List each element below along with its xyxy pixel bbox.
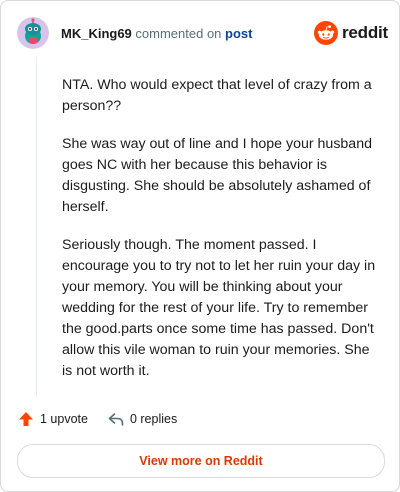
username[interactable]: MK_King69 [61, 26, 132, 41]
comment-embed-card: MK_King69 commented on post reddit NTA. … [0, 0, 400, 492]
upvote-arrow-icon [19, 412, 33, 426]
view-more-button[interactable]: View more on Reddit [17, 444, 385, 478]
upvote-button[interactable]: 1 upvote [18, 411, 88, 427]
post-link[interactable]: post [225, 26, 252, 41]
reddit-snoo-icon [314, 21, 338, 45]
comment-paragraph: NTA. Who would expect that level of craz… [62, 77, 372, 114]
comment-body: NTA. Who would expect that level of craz… [62, 75, 380, 399]
thread-line [36, 57, 37, 397]
reply-icon [108, 413, 124, 426]
comment-paragraph: Seriously though. The moment passed. I e… [62, 237, 376, 379]
reply-button[interactable]: 0 replies [108, 411, 177, 427]
comment-actions: 1 upvote 0 replies [18, 411, 197, 427]
avatar-icon [17, 17, 49, 49]
reddit-logo[interactable]: reddit [314, 21, 388, 45]
reddit-wordmark: reddit [342, 23, 389, 42]
comment-paragraph: She was way out of line and I hope your … [62, 136, 372, 215]
action-text: commented on [135, 26, 222, 41]
reply-count: 0 replies [129, 412, 178, 426]
comment-header: MK_King69 commented on post [61, 26, 253, 41]
avatar[interactable] [17, 17, 49, 49]
upvote-count: 1 upvote [40, 412, 88, 426]
